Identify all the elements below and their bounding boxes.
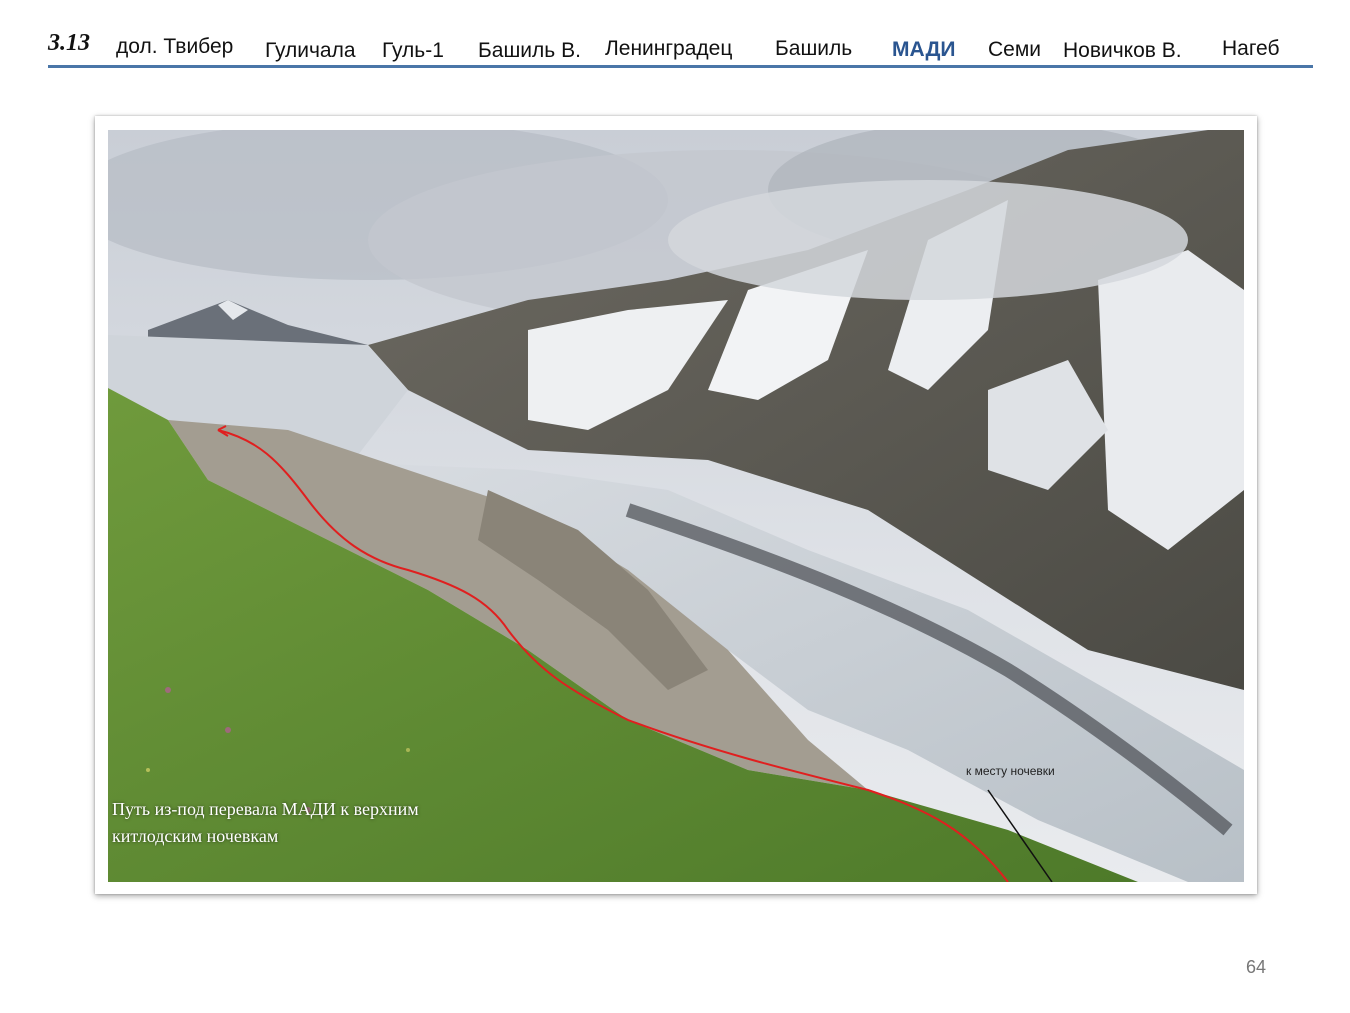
nav-item-semi[interactable]: Семи xyxy=(988,38,1041,62)
header-divider xyxy=(48,65,1313,68)
nav-item-bashil[interactable]: Башиль xyxy=(775,37,852,61)
nav-item-leningradets[interactable]: Ленинградец xyxy=(605,37,732,61)
nav-item-nageb[interactable]: Нагеб xyxy=(1222,37,1280,61)
photo-caption-line2: китлодским ночевкам xyxy=(112,826,279,846)
nav-item-madi[interactable]: МАДИ xyxy=(892,38,956,62)
glacier-photo: Путь из-под перевала МАДИ к верхним китл… xyxy=(108,130,1244,882)
nav-item-novichkov-v[interactable]: Новичков В. xyxy=(1063,39,1182,63)
photo-caption: Путь из-под перевала МАДИ к верхним китл… xyxy=(112,796,532,850)
mountain-glacier-illustration xyxy=(108,130,1244,882)
bivouac-annotation: к месту ночевки xyxy=(966,764,1055,778)
nav-item-gul-1[interactable]: Гуль-1 xyxy=(382,39,444,63)
pass-navigation: дол. Твибер Гуличала Гуль-1 Башиль В. Ле… xyxy=(0,35,1350,66)
nav-item-gulichala[interactable]: Гуличала xyxy=(265,39,356,63)
nav-item-bashil-v[interactable]: Башиль В. xyxy=(478,39,581,63)
nav-item-tviber-valley[interactable]: дол. Твибер xyxy=(116,35,233,59)
photo-frame: Путь из-под перевала МАДИ к верхним китл… xyxy=(95,116,1257,894)
photo-caption-line1: Путь из-под перевала МАДИ к верхним xyxy=(112,799,419,819)
page-number: 64 xyxy=(1246,957,1267,977)
